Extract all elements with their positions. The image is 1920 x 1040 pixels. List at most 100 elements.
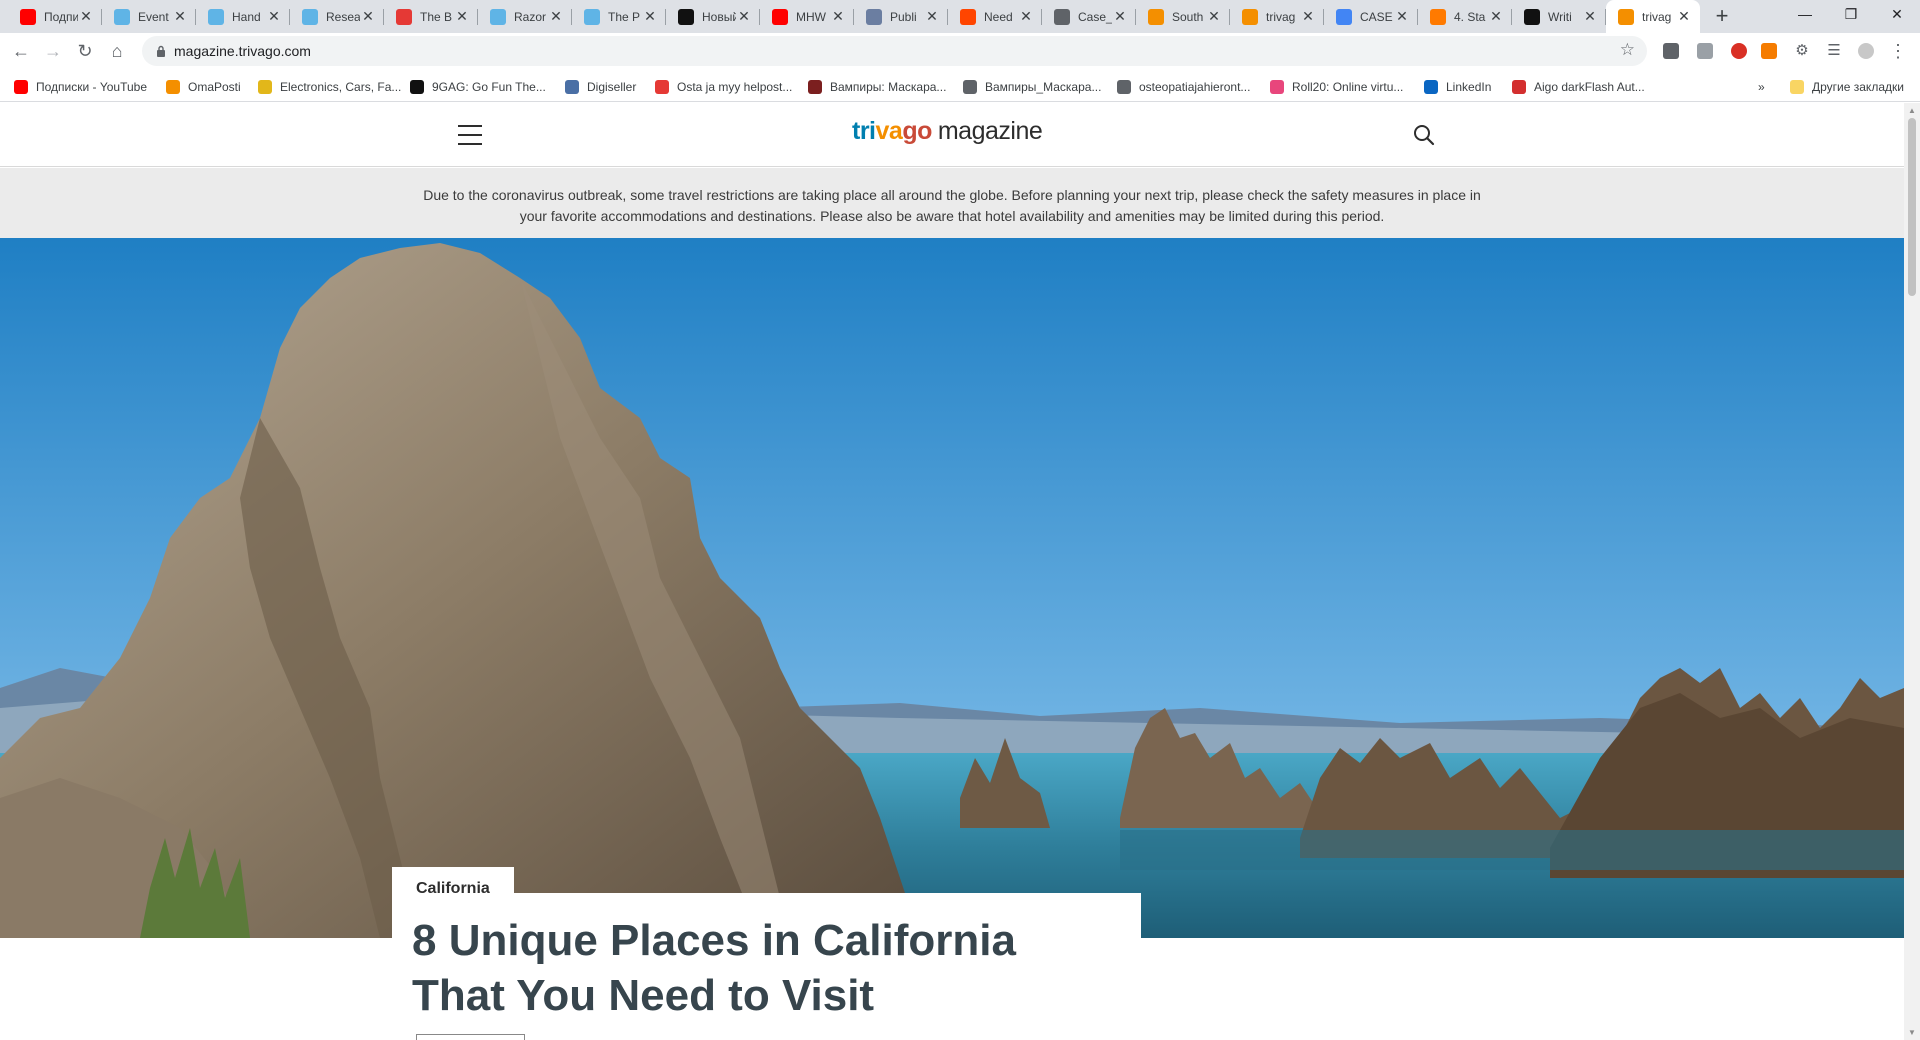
bookmark-item[interactable]: Aigo darkFlash Aut...	[1512, 78, 1645, 96]
logo-part-1: tri	[852, 117, 876, 145]
tab-close-icon[interactable]: ✕	[830, 8, 846, 25]
bookmark-label: osteopatiajahieront...	[1139, 80, 1251, 94]
browser-tab[interactable]: trivag ✕	[1230, 0, 1324, 33]
browser-tab[interactable]: The P ✕	[572, 0, 666, 33]
profile-extension-icon[interactable]	[1697, 43, 1713, 59]
browser-tab[interactable]: Need ✕	[948, 0, 1042, 33]
bookmark-item[interactable]: 9GAG: Go Fun The...	[410, 78, 546, 96]
bookmark-item[interactable]: OmaPosti	[166, 78, 241, 96]
restore-icon[interactable]: ❐	[1828, 0, 1874, 30]
browser-tab[interactable]: Writi ✕	[1512, 0, 1606, 33]
globe-icon	[1117, 80, 1131, 94]
tab-title: Razor	[514, 9, 547, 24]
search-icon[interactable]	[1412, 123, 1436, 147]
menu-kebab-icon[interactable]: ⋮	[1884, 37, 1912, 65]
new-tab-button[interactable]: +	[1708, 4, 1736, 30]
forward-icon[interactable]: →	[39, 37, 67, 65]
page-scrollbar[interactable]: ▲ ▼	[1904, 103, 1920, 1040]
tab-close-icon[interactable]: ✕	[1300, 8, 1316, 25]
tab-close-icon[interactable]: ✕	[1394, 8, 1410, 25]
other-bookmarks-folder[interactable]: Другие закладки	[1790, 78, 1904, 96]
orange-extension-icon[interactable]	[1761, 43, 1777, 59]
browser-tab[interactable]: Resea ✕	[290, 0, 384, 33]
tab-title: Case_	[1078, 9, 1112, 24]
bookmark-item[interactable]: Roll20: Online virtu...	[1270, 78, 1403, 96]
product-hunt-icon	[584, 8, 600, 25]
minimize-icon[interactable]: —	[1782, 0, 1828, 30]
avatar[interactable]	[1858, 43, 1874, 59]
bookmark-label: Digiseller	[587, 80, 637, 94]
browser-tab[interactable]: 4. Sta ✕	[1418, 0, 1512, 33]
tab-close-icon[interactable]: ✕	[1676, 8, 1692, 25]
browser-tab[interactable]: Новый ✕	[666, 0, 760, 33]
bookmark-item[interactable]: Подписки - YouTube	[14, 78, 147, 96]
bookmark-item[interactable]: osteopatiajahieront...	[1117, 78, 1250, 96]
bookmark-item[interactable]: Osta ja myy helpost...	[655, 78, 792, 96]
bookmark-item[interactable]: LinkedIn	[1424, 78, 1491, 96]
tab-close-icon[interactable]: ✕	[642, 8, 658, 25]
bookmark-item[interactable]: Вампиры_Маскара...	[963, 78, 1101, 96]
hamburger-menu-icon[interactable]	[458, 125, 482, 145]
home-icon[interactable]: ⌂	[103, 37, 131, 65]
extensions-puzzle-icon[interactable]: ⚙	[1788, 37, 1816, 65]
product-hunt-icon	[208, 8, 224, 25]
browser-tab[interactable]: Case_ ✕	[1042, 0, 1136, 33]
tab-close-icon[interactable]: ✕	[736, 8, 752, 25]
scroll-up-icon[interactable]: ▲	[1908, 106, 1916, 115]
tab-close-icon[interactable]: ✕	[1018, 8, 1034, 25]
tab-title: South	[1172, 9, 1204, 24]
youtube-icon	[772, 8, 788, 25]
browser-tab[interactable]: Подписки✕	[8, 0, 102, 33]
globe-icon	[1054, 8, 1070, 25]
browser-tab[interactable]: Publi ✕	[854, 0, 948, 33]
bookmark-star-icon[interactable]: ☆	[1620, 40, 1635, 60]
browser-tab[interactable]: The B ✕	[384, 0, 478, 33]
browser-tab[interactable]: Hand ✕	[196, 0, 290, 33]
browser-tab[interactable]: CASE ✕	[1324, 0, 1418, 33]
butterfly-icon	[1430, 8, 1446, 25]
tab-close-icon[interactable]: ✕	[78, 8, 94, 25]
tab-close-icon[interactable]: ✕	[924, 8, 940, 25]
tab-close-icon[interactable]: ✕	[1488, 8, 1504, 25]
browser-tab[interactable]: MHW ✕	[760, 0, 854, 33]
logo-part-2: va	[875, 117, 903, 145]
adblock-extension-icon[interactable]	[1731, 43, 1747, 59]
tab-title: Event	[138, 9, 169, 24]
browser-tab[interactable]: Event ✕	[102, 0, 196, 33]
tab-close-icon[interactable]: ✕	[1582, 8, 1598, 25]
scroll-thumb[interactable]	[1908, 118, 1916, 296]
more-bookmarks-button[interactable]: »	[1758, 78, 1765, 96]
scroll-down-icon[interactable]: ▼	[1908, 1028, 1916, 1037]
media-control-icon[interactable]: ☰	[1820, 37, 1848, 65]
mail-extension-icon[interactable]	[1663, 43, 1679, 59]
bookmark-item[interactable]: Electronics, Cars, Fa...	[258, 78, 401, 96]
bookmark-item[interactable]: Вампиры: Маскара...	[808, 78, 946, 96]
other-bookmarks-label: Другие закладки	[1812, 80, 1904, 94]
close-window-icon[interactable]: ✕	[1874, 0, 1920, 30]
tab-close-icon[interactable]: ✕	[548, 8, 564, 25]
tab-close-icon[interactable]: ✕	[454, 8, 470, 25]
tab-title: Подписки	[44, 9, 78, 24]
tab-close-icon[interactable]: ✕	[1206, 8, 1222, 25]
address-bar[interactable]: magazine.trivago.com ☆	[142, 36, 1647, 66]
trivago-icon	[1618, 8, 1634, 25]
browser-tab[interactable]: South ✕	[1136, 0, 1230, 33]
9gag-icon	[410, 80, 424, 94]
tab-close-icon[interactable]: ✕	[1112, 8, 1128, 25]
browser-tab[interactable]: trivag ✕	[1606, 0, 1700, 33]
covid-notice-banner: Due to the coronavirus outbreak, some tr…	[0, 168, 1904, 238]
mono-lake-tufa-image	[0, 238, 1904, 938]
reload-icon[interactable]: ↻	[71, 37, 99, 65]
back-icon[interactable]: ←	[7, 37, 35, 65]
trivago-magazine-logo[interactable]: trivago magazine	[852, 117, 1043, 146]
browser-tab[interactable]: Razor ✕	[478, 0, 572, 33]
tab-close-icon[interactable]: ✕	[172, 8, 188, 25]
trivago-icon	[1148, 8, 1164, 25]
logo-part-3: go	[902, 117, 932, 145]
logo-suffix: magazine	[937, 117, 1043, 145]
bookmark-item[interactable]: Digiseller	[565, 78, 636, 96]
browser-toolbar: ← → ↻ ⌂ magazine.trivago.com ☆ ⚙ ☰ ⋮	[0, 33, 1920, 70]
tab-close-icon[interactable]: ✕	[360, 8, 376, 25]
tab-close-icon[interactable]: ✕	[266, 8, 282, 25]
roll20-icon	[1270, 80, 1284, 94]
